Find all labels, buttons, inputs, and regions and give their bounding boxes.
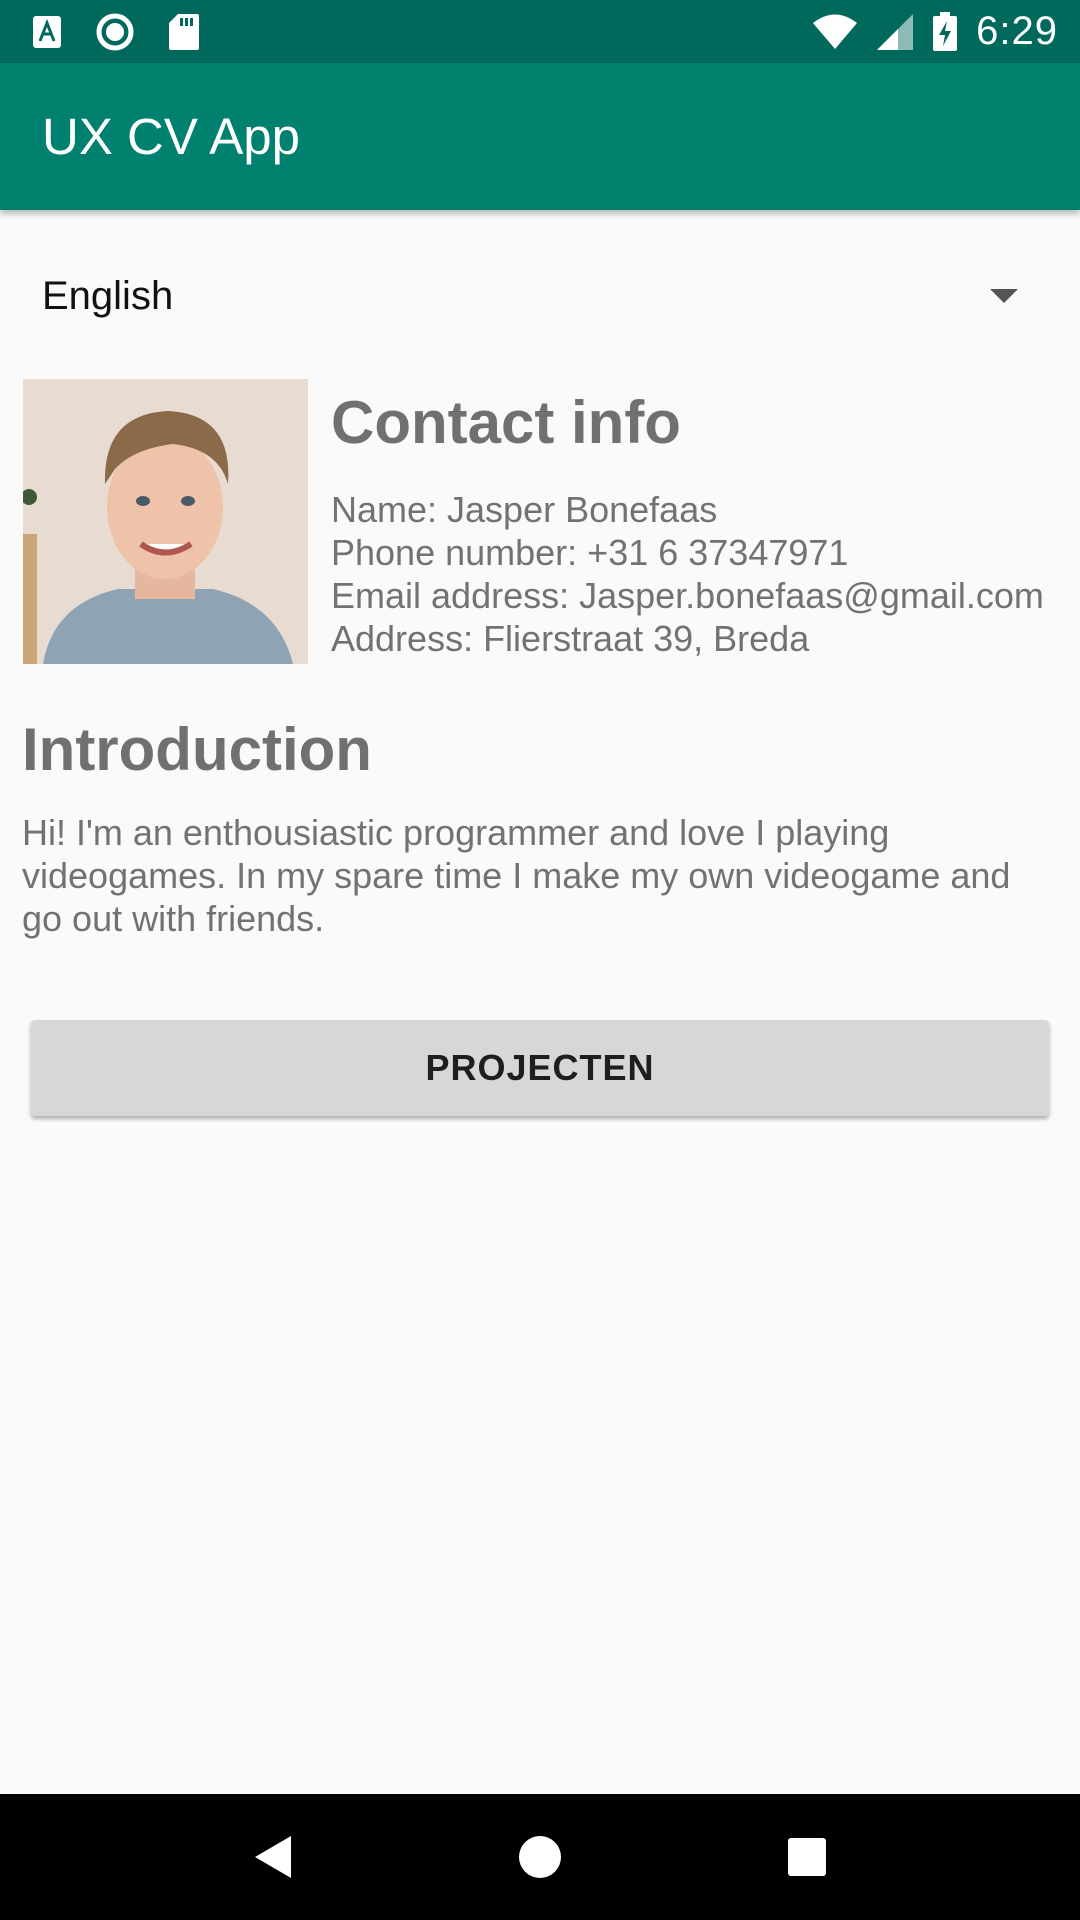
person-portrait-icon [23, 379, 308, 664]
contact-info-details: Name: Jasper Bonefaas Phone number: +31 … [331, 488, 1044, 660]
contact-name: Name: Jasper Bonefaas [331, 489, 718, 530]
contact-address: Address: Flierstraat 39, Breda [331, 618, 810, 659]
status-bar: 6:29 [0, 0, 1080, 63]
wifi-icon [813, 14, 858, 49]
contact-email: Email address: Jasper.bonefaas@gmail.com [331, 575, 1044, 616]
projecten-button[interactable]: PROJECTEN [31, 1020, 1049, 1116]
back-icon [255, 1836, 292, 1878]
contact-info-heading: Contact info [331, 389, 681, 456]
accessibility-a-icon [33, 15, 61, 48]
status-bar-notifications [32, 13, 234, 51]
app-bar: UX CV App [0, 63, 1080, 210]
sd-card-icon [169, 13, 199, 50]
clock: 6:29 [976, 9, 1058, 53]
home-icon [518, 1836, 561, 1878]
back-button[interactable] [248, 1832, 298, 1882]
introduction-text: Hi! I'm an enthousiastic programmer and … [22, 812, 1011, 939]
app-title: UX CV App [42, 108, 300, 165]
recents-icon [787, 1838, 826, 1876]
language-spinner-value: English [42, 273, 174, 318]
language-spinner[interactable]: English [0, 262, 1080, 330]
battery-charging-icon [933, 11, 958, 51]
contact-phone: Phone number: +31 6 37347971 [331, 532, 849, 573]
sync-circle-icon [96, 13, 134, 50]
recents-button[interactable] [782, 1832, 832, 1882]
profile-photo [23, 379, 308, 664]
introduction-heading: Introduction [22, 716, 372, 783]
dropdown-arrow-icon [990, 289, 1018, 303]
navigation-bar [0, 1794, 1080, 1920]
cell-signal-icon [877, 13, 914, 50]
status-bar-system: 6:29 [794, 9, 1058, 54]
home-button[interactable] [515, 1832, 565, 1882]
